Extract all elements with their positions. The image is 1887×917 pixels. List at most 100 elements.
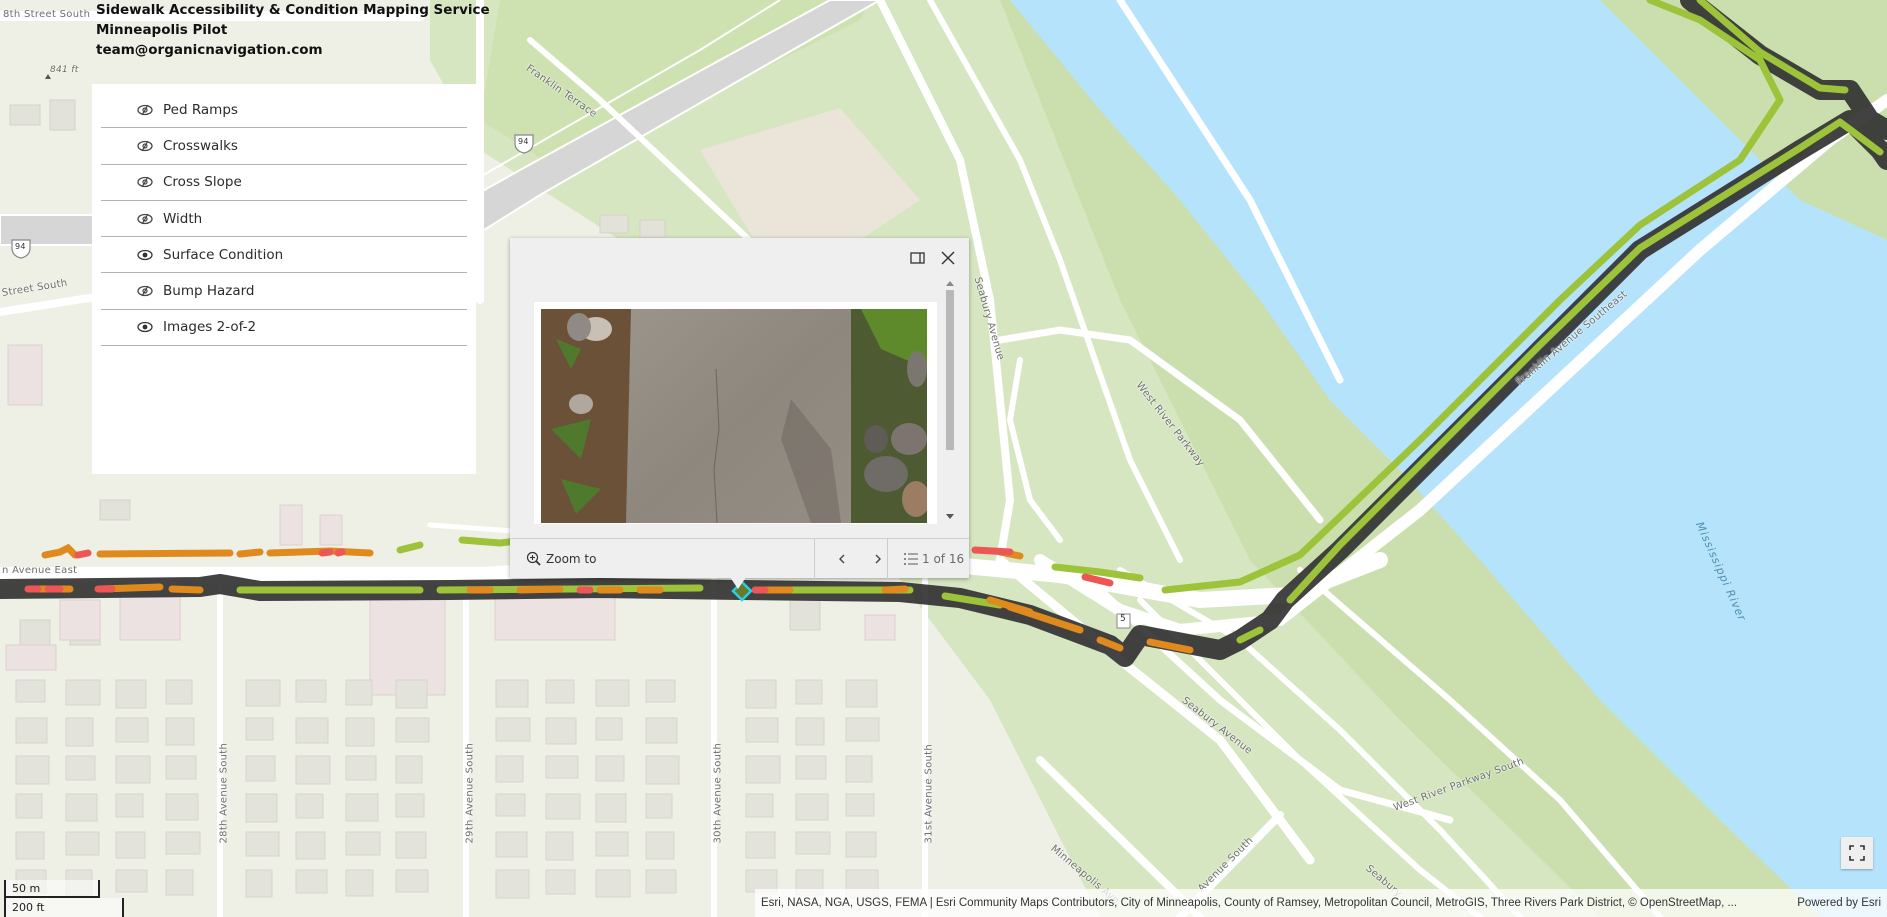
building — [345, 755, 377, 781]
building — [15, 679, 46, 703]
dock-side-icon — [910, 252, 925, 264]
footer-divider — [887, 539, 888, 579]
building — [545, 831, 574, 861]
app-title: Sidewalk Accessibility & Condition Mappi… — [96, 2, 490, 18]
building — [545, 717, 577, 745]
street-label: 28th Avenue South — [218, 742, 230, 844]
building — [395, 755, 423, 784]
previous-feature-button[interactable] — [832, 539, 852, 579]
building — [65, 717, 94, 747]
building — [245, 755, 276, 782]
building — [745, 831, 776, 859]
building — [395, 831, 427, 859]
layer-label: Width — [163, 210, 203, 227]
visibility-off-icon[interactable] — [137, 213, 153, 225]
layer-label: Cross Slope — [163, 174, 242, 191]
attribution-sources[interactable]: Esri, NASA, NGA, USGS, FEMA | Esri Commu… — [761, 897, 1737, 909]
i94-shield-label: 94 — [518, 137, 529, 146]
visibility-off-icon[interactable] — [137, 285, 153, 297]
feature-list-button[interactable]: 1 of 16 — [903, 539, 964, 579]
building — [165, 793, 199, 821]
popup-content — [534, 302, 937, 524]
building — [345, 793, 379, 822]
sidewalk-photo[interactable] — [541, 309, 927, 523]
building — [645, 793, 673, 819]
building — [115, 869, 148, 893]
next-feature-button[interactable] — [868, 539, 888, 579]
scroll-up-icon — [946, 281, 954, 286]
building — [295, 831, 326, 860]
building — [795, 679, 823, 705]
layer-item-ped-ramps[interactable]: Ped Ramps — [101, 92, 467, 129]
dock-button[interactable] — [908, 248, 928, 268]
layer-item-width[interactable]: Width — [101, 201, 467, 238]
layer-item-images[interactable]: Images 2-of-2 — [101, 310, 467, 347]
building — [845, 793, 875, 817]
zoom-to-button[interactable]: Zoom to — [526, 539, 596, 579]
building — [345, 679, 373, 706]
building — [845, 679, 878, 708]
building — [295, 717, 329, 744]
building — [795, 831, 831, 855]
attribution-bar[interactable]: Esri, NASA, NGA, USGS, FEMA | Esri Commu… — [755, 889, 1887, 917]
building — [595, 869, 631, 898]
building — [845, 755, 873, 783]
building — [295, 679, 327, 703]
visibility-off-icon[interactable] — [137, 140, 153, 152]
building — [495, 831, 528, 858]
building — [245, 679, 281, 707]
visibility-off-icon[interactable] — [137, 104, 153, 116]
layer-list-panel: Ped Ramps Crosswalks Cross Slope Width S… — [92, 84, 476, 474]
building — [595, 831, 629, 857]
visibility-on-icon[interactable] — [137, 321, 153, 333]
layer-item-cross-slope[interactable]: Cross Slope — [101, 165, 467, 201]
building — [395, 717, 430, 743]
building — [15, 793, 43, 819]
building — [495, 679, 529, 708]
footer-divider — [814, 539, 815, 579]
building — [595, 717, 623, 741]
layer-label: Ped Ramps — [163, 101, 238, 118]
building — [745, 793, 774, 818]
layer-label: Surface Condition — [163, 246, 284, 263]
powered-by-esri[interactable]: Powered by Esri — [1797, 897, 1881, 909]
fullscreen-icon — [1849, 845, 1865, 861]
building — [745, 755, 781, 784]
layer-label: Crosswalks — [163, 137, 238, 154]
building — [295, 755, 331, 785]
scale-imperial: 200 ft — [4, 898, 124, 917]
building — [595, 755, 625, 782]
building — [165, 755, 197, 780]
chevron-right-icon — [875, 554, 881, 564]
popup-scrollbar[interactable] — [944, 280, 956, 520]
visibility-off-icon[interactable] — [137, 176, 153, 188]
building — [345, 717, 375, 747]
building — [65, 679, 101, 706]
route-5-label: 5 — [1120, 614, 1127, 624]
building — [65, 793, 98, 822]
building — [65, 755, 96, 781]
building — [345, 831, 381, 856]
building — [745, 679, 777, 709]
building — [795, 755, 827, 780]
building — [545, 869, 576, 895]
layer-item-crosswalks[interactable]: Crosswalks — [101, 128, 467, 165]
close-button[interactable] — [938, 248, 958, 268]
layer-item-surface-condition[interactable]: Surface Condition — [101, 237, 467, 274]
zoom-to-label: Zoom to — [546, 552, 597, 566]
building — [115, 793, 144, 818]
layer-item-bump-hazard[interactable]: Bump Hazard — [101, 273, 467, 310]
building — [165, 679, 193, 705]
building — [495, 869, 530, 899]
feature-count: 1 of 16 — [922, 552, 965, 566]
building — [115, 717, 149, 743]
building — [165, 831, 201, 855]
street-label: 29th Avenue South — [464, 742, 476, 844]
building — [115, 679, 147, 709]
layer-label: Bump Hazard — [163, 283, 255, 300]
fullscreen-button[interactable] — [1841, 837, 1873, 869]
visibility-on-icon[interactable] — [137, 249, 153, 261]
building — [495, 755, 524, 783]
contact-email: team@organicnavigation.com — [96, 42, 323, 58]
street-label: 31st Avenue South — [923, 743, 935, 844]
